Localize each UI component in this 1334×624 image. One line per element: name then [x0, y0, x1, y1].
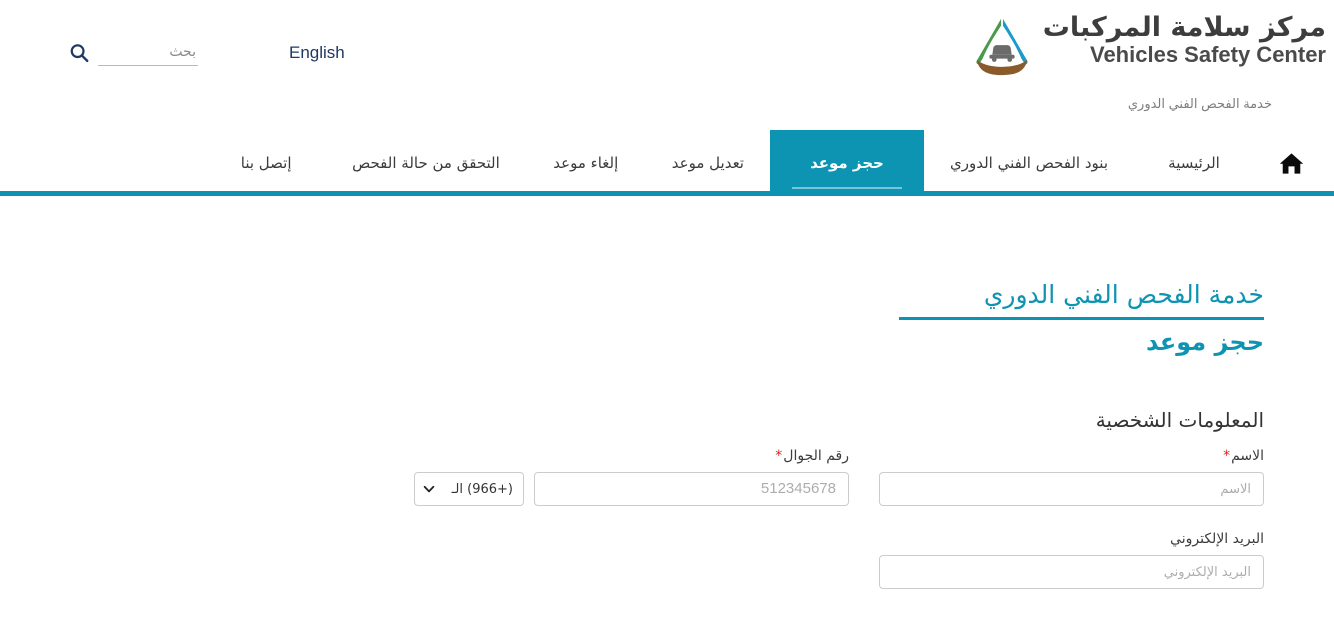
country-code-selected-value: (+966) الـ: [451, 481, 513, 497]
page-root: مركز سلامة المركبات Vehicles Safety Cent…: [0, 0, 1334, 624]
email-input[interactable]: [879, 555, 1264, 589]
nav-item-book-appointment[interactable]: حجز موعد: [769, 130, 924, 196]
brand-name-arabic: مركز سلامة المركبات: [1042, 12, 1326, 43]
home-icon: [1279, 152, 1303, 174]
brand-block: مركز سلامة المركبات Vehicles Safety Cent…: [971, 12, 1326, 78]
field-label-email-text: البريد الإلكتروني: [1170, 531, 1264, 547]
phone-input-group: (+966) الـ: [414, 472, 849, 506]
nav-item-home[interactable]: الرئيسية: [1134, 130, 1254, 196]
brand-name-english: Vehicles Safety Center: [1089, 42, 1326, 68]
nav-item-inspection-terms[interactable]: بنود الفحص الفني الدوري: [924, 130, 1134, 196]
page-title-underline: [899, 317, 1264, 320]
field-label-name: الاسم*: [879, 448, 1264, 464]
page-title-block: خدمة الفحص الفني الدوري: [899, 280, 1264, 320]
field-label-phone: رقم الجوال*: [414, 448, 849, 464]
search-icon[interactable]: [68, 42, 90, 64]
field-label-email: البريد الإلكتروني: [879, 531, 1264, 547]
search-area: [68, 40, 198, 66]
phone-number-input[interactable]: [534, 472, 849, 506]
search-input[interactable]: [98, 40, 198, 66]
country-code-select[interactable]: (+966) الـ: [414, 472, 524, 506]
field-phone: رقم الجوال* (+966) الـ: [414, 448, 849, 506]
nav-item-contact-us[interactable]: إتصل بنا: [206, 130, 326, 196]
field-email: البريد الإلكتروني: [879, 531, 1264, 589]
chevron-down-icon: [423, 485, 435, 493]
site-header: مركز سلامة المركبات Vehicles Safety Cent…: [0, 0, 1334, 130]
field-label-phone-text: رقم الجوال: [783, 448, 849, 464]
main-navigation: الرئيسية بنود الفحص الفني الدوري حجز موع…: [0, 130, 1334, 196]
nav-item-edit-appointment[interactable]: تعديل موعد: [646, 130, 770, 196]
nav-item-check-inspection-status[interactable]: التحقق من حالة الفحص: [326, 130, 526, 196]
brand-text: مركز سلامة المركبات Vehicles Safety Cent…: [1042, 12, 1326, 68]
nav-item-cancel-appointment[interactable]: إلغاء موعد: [526, 130, 646, 196]
section-title-book-appointment: حجز موعد: [1145, 328, 1264, 356]
required-asterisk-phone: *: [775, 448, 783, 464]
required-asterisk-name: *: [1223, 448, 1231, 464]
page-title: خدمة الفحص الفني الدوري: [983, 280, 1264, 309]
service-subtitle: خدمة الفحص الفني الدوري: [1127, 96, 1272, 111]
name-input[interactable]: [879, 472, 1264, 506]
vehicles-safety-center-logo-icon: [976, 18, 1028, 76]
field-name: الاسم*: [879, 448, 1264, 506]
language-switch-link[interactable]: English: [289, 43, 345, 63]
field-label-name-text: الاسم: [1231, 448, 1264, 464]
group-title-personal-information: المعلومات الشخصية: [1095, 408, 1264, 432]
phone-number-wrapper: [534, 472, 849, 506]
nav-home-link[interactable]: [1254, 130, 1328, 196]
